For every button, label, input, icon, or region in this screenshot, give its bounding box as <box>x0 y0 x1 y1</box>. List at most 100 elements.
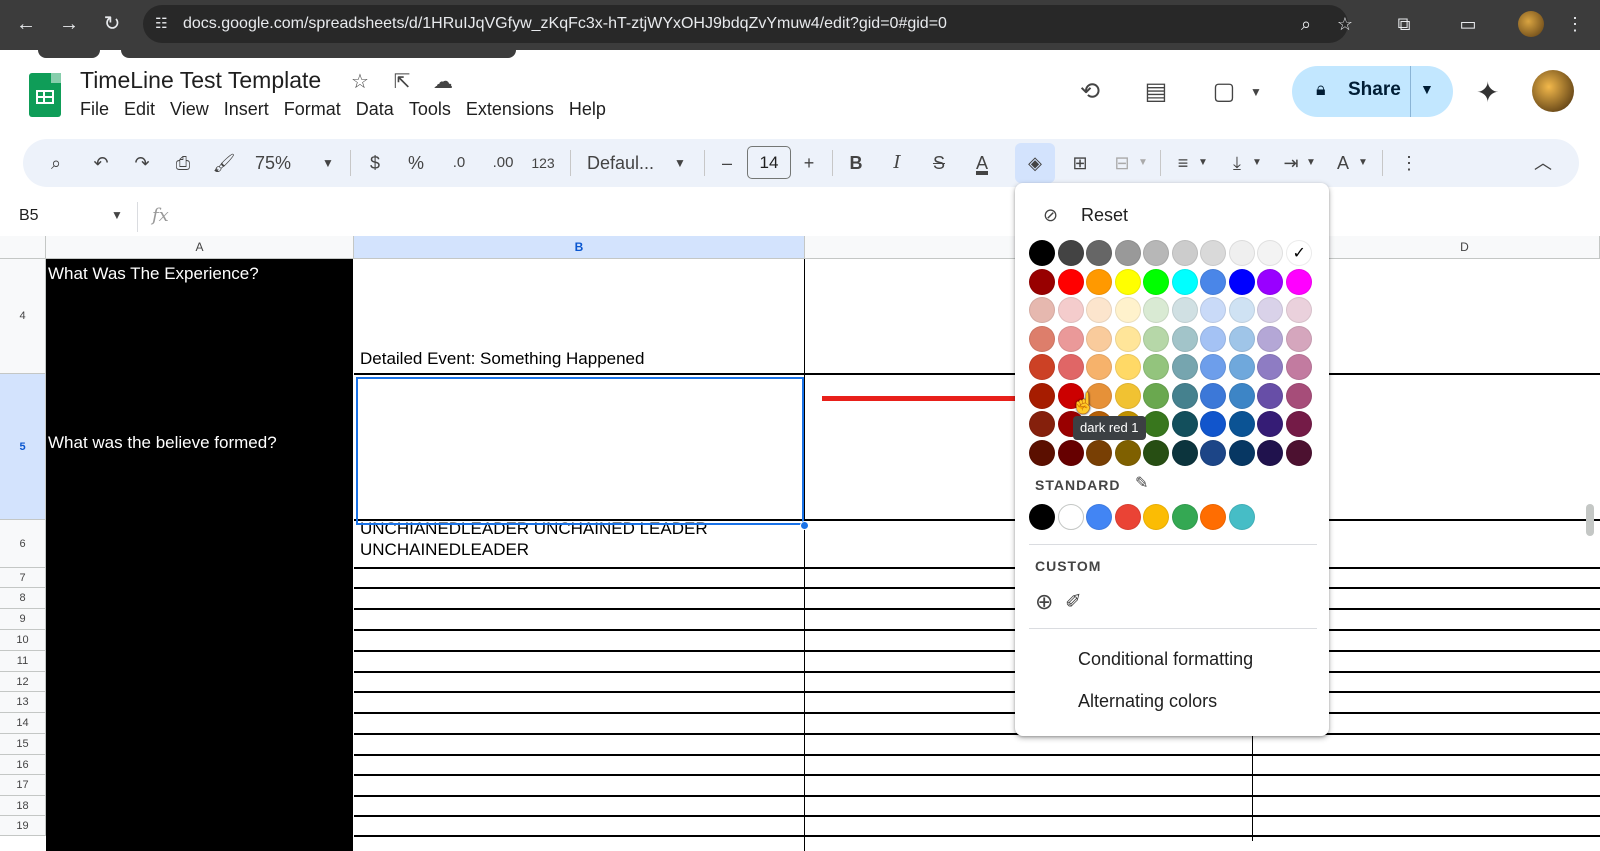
row-header[interactable]: 6 <box>0 520 46 568</box>
selected-cell-b5[interactable] <box>356 377 804 525</box>
cast-icon[interactable]: ▭ <box>1456 12 1480 36</box>
color-swatch[interactable] <box>1257 297 1283 323</box>
bold-button[interactable]: B <box>843 149 869 177</box>
name-box[interactable]: B5 <box>19 207 39 225</box>
color-swatch[interactable] <box>1285 411 1312 437</box>
color-swatch[interactable] <box>1143 325 1169 352</box>
color-swatch[interactable] <box>1228 240 1255 266</box>
color-swatch[interactable] <box>1057 325 1084 352</box>
color-swatch[interactable] <box>1029 240 1055 266</box>
cell-b4[interactable]: Detailed Event: Something Happened <box>360 349 644 369</box>
row-header[interactable]: 16 <box>0 755 46 775</box>
color-swatch[interactable] <box>1086 268 1112 295</box>
color-swatch[interactable] <box>1171 325 1198 352</box>
more-options-icon[interactable]: ⋮ <box>1396 149 1422 177</box>
color-swatch[interactable] <box>1228 439 1255 466</box>
font-select[interactable]: Defaul... <box>587 149 667 177</box>
standard-color-swatch[interactable] <box>1143 504 1169 530</box>
text-color-button[interactable]: A <box>967 149 997 177</box>
merge-caret-icon[interactable]: ▼ <box>1136 149 1150 177</box>
search-menus-icon[interactable]: ⌕ <box>42 149 70 177</box>
color-swatch[interactable] <box>1057 240 1084 266</box>
cell-b6-line2[interactable]: UNCHAINEDLEADER <box>360 540 529 560</box>
color-swatch[interactable] <box>1228 411 1255 437</box>
menu-extensions[interactable]: Extensions <box>466 99 554 123</box>
conditional-formatting-item[interactable]: Conditional formatting <box>1078 649 1253 670</box>
color-swatch[interactable] <box>1114 439 1141 466</box>
color-swatch[interactable] <box>1285 268 1312 295</box>
menu-file[interactable]: File <box>80 99 109 123</box>
color-swatch[interactable] <box>1171 240 1198 266</box>
color-swatch[interactable] <box>1285 439 1312 466</box>
eyedropper-icon[interactable]: ✐ <box>1065 589 1082 614</box>
color-swatch[interactable] <box>1200 354 1226 380</box>
fill-handle[interactable] <box>800 521 809 530</box>
color-swatch[interactable] <box>1285 297 1312 323</box>
color-swatch[interactable] <box>1086 240 1112 266</box>
more-formats-button[interactable]: 123 <box>528 149 558 177</box>
add-custom-color-icon[interactable]: ⊕ <box>1035 589 1053 615</box>
paint-format-icon[interactable]: 🖌︎ <box>210 149 238 177</box>
alternating-colors-item[interactable]: Alternating colors <box>1078 691 1217 712</box>
menu-view[interactable]: View <box>170 99 209 123</box>
color-swatch[interactable] <box>1257 411 1283 437</box>
color-swatch[interactable] <box>1228 382 1255 409</box>
column-header-a[interactable]: A <box>46 236 354 259</box>
row-header[interactable]: 17 <box>0 775 46 796</box>
italic-button[interactable]: I <box>884 149 910 177</box>
color-swatch[interactable] <box>1143 297 1169 323</box>
text-wrapping-icon[interactable]: ⇥ <box>1278 149 1304 177</box>
color-swatch[interactable] <box>1057 354 1084 380</box>
color-swatch[interactable] <box>1228 297 1255 323</box>
color-swatch[interactable] <box>1029 382 1055 409</box>
move-folder-icon[interactable]: ⇱ <box>389 69 415 94</box>
meet-video-icon[interactable]: ▢ <box>1208 76 1240 108</box>
font-caret-icon[interactable]: ▼ <box>670 149 690 177</box>
meet-caret-icon[interactable]: ▼ <box>1240 76 1272 108</box>
strikethrough-icon[interactable]: S <box>926 149 952 177</box>
color-swatch[interactable] <box>1143 268 1169 295</box>
row-header[interactable]: 10 <box>0 630 46 651</box>
forward-icon[interactable]: → <box>55 10 83 38</box>
color-swatch[interactable] <box>1285 240 1312 266</box>
account-avatar[interactable] <box>1532 70 1574 112</box>
h-align-caret-icon[interactable]: ▼ <box>1196 149 1210 177</box>
color-swatch[interactable] <box>1200 297 1226 323</box>
color-swatch[interactable] <box>1171 439 1198 466</box>
row-header[interactable]: 13 <box>0 692 46 713</box>
comments-icon[interactable]: ▤ <box>1140 76 1172 108</box>
color-swatch[interactable] <box>1257 354 1283 380</box>
color-swatch[interactable] <box>1228 268 1255 295</box>
print-icon[interactable]: ⎙ <box>169 149 197 177</box>
row-header[interactable]: 7 <box>0 568 46 588</box>
standard-color-swatch[interactable] <box>1171 504 1198 530</box>
color-swatch[interactable] <box>1114 240 1141 266</box>
row-header[interactable]: 18 <box>0 796 46 816</box>
color-swatch[interactable] <box>1086 439 1112 466</box>
color-swatch[interactable] <box>1057 439 1084 466</box>
color-swatch[interactable] <box>1029 354 1055 380</box>
row-header[interactable]: 8 <box>0 588 46 609</box>
collapse-menus-icon[interactable]: ︿ <box>1530 149 1556 177</box>
sheets-logo-icon[interactable] <box>29 73 61 117</box>
currency-format-button[interactable]: $ <box>362 149 388 177</box>
row-header[interactable]: 15 <box>0 734 46 755</box>
color-swatch[interactable] <box>1114 382 1141 409</box>
font-size-input[interactable]: 14 <box>747 146 791 179</box>
color-swatch[interactable] <box>1171 268 1198 295</box>
color-swatch[interactable] <box>1086 297 1112 323</box>
standard-color-swatch[interactable] <box>1086 504 1112 530</box>
color-swatch[interactable] <box>1143 411 1169 437</box>
color-swatch[interactable] <box>1200 240 1226 266</box>
color-swatch[interactable] <box>1029 268 1055 295</box>
color-swatch[interactable] <box>1257 382 1283 409</box>
zoom-caret-icon[interactable]: ▼ <box>318 149 338 177</box>
decrease-font-size-button[interactable]: – <box>716 149 738 177</box>
color-swatch[interactable] <box>1086 325 1112 352</box>
reload-icon[interactable]: ↻ <box>98 10 126 38</box>
menu-data[interactable]: Data <box>356 99 394 123</box>
borders-icon[interactable]: ⊞ <box>1066 149 1094 177</box>
back-icon[interactable]: ← <box>12 10 40 38</box>
color-swatch[interactable] <box>1200 268 1226 295</box>
color-swatch[interactable] <box>1057 297 1084 323</box>
